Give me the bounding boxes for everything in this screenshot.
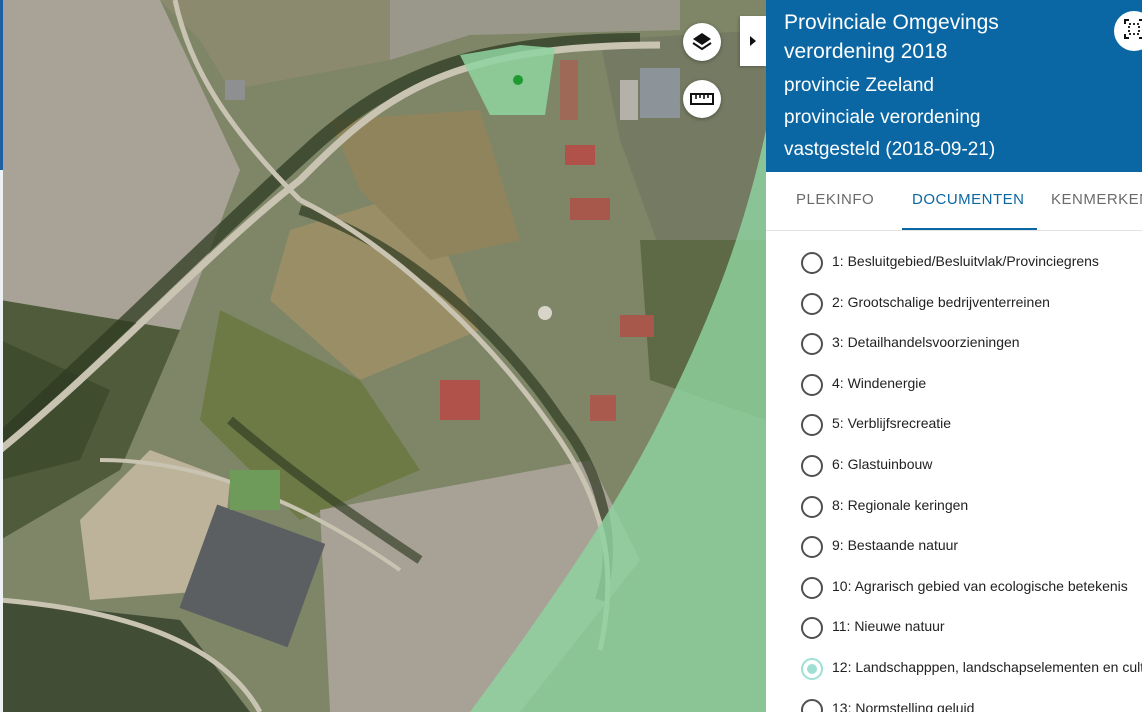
document-radio[interactable] (801, 414, 823, 437)
document-label: 5: Verblijfsrecreatie (832, 415, 952, 432)
fullscreen-button[interactable] (1114, 11, 1142, 51)
document-label: 2: Grootschalige bedrijventerreinen (832, 293, 1050, 310)
document-list-item[interactable]: 12: Landschapppen, landschapselementen e… (766, 649, 1142, 690)
document-radio[interactable] (801, 657, 823, 680)
document-list-item[interactable]: 13: Normstelling geluid (766, 690, 1142, 712)
info-panel: Provinciale Omgevings verordening 2018 p… (766, 0, 1142, 712)
document-list-item[interactable]: 2: Grootschalige bedrijventerreinen (766, 284, 1142, 325)
panel-header: Provinciale Omgevings verordening 2018 p… (766, 0, 1142, 172)
plan-status: vastgesteld (2018-09-21) (784, 139, 996, 160)
document-radio[interactable] (801, 373, 823, 396)
measure-button[interactable] (683, 80, 721, 118)
map-view[interactable] (0, 0, 766, 712)
document-label: 6: Glastuinbouw (832, 455, 933, 472)
document-radio[interactable] (801, 333, 823, 356)
tab-documenten[interactable]: DOCUMENTEN (902, 172, 1036, 230)
collapse-panel-button[interactable] (740, 16, 766, 66)
document-label: 1: Besluitgebied/Besluitvlak/Provinciegr… (832, 253, 1099, 269)
document-radio[interactable] (801, 252, 823, 274)
layers-icon (691, 31, 713, 53)
document-label: 8: Regionale keringen (832, 496, 969, 513)
tab-plekinfo[interactable]: PLEKINFO (796, 172, 874, 228)
plan-type: provinciale verordening (784, 107, 981, 128)
aerial-photo (0, 0, 766, 712)
tab-kenmerken[interactable]: KENMERKEN (1051, 172, 1142, 228)
document-list-item[interactable]: 9: Bestaande natuur (766, 527, 1142, 568)
document-label: 10: Agrarisch gebied van ecologische bet… (832, 577, 1128, 594)
document-list-item[interactable]: 8: Regionale keringen (766, 487, 1142, 528)
document-label: 9: Bestaande natuur (832, 537, 959, 554)
document-label: 11: Nieuwe natuur (832, 618, 945, 635)
document-radio[interactable] (801, 698, 823, 712)
document-list-item[interactable]: 6: Glastuinbouw (766, 446, 1142, 487)
chevron-right-icon (749, 32, 757, 51)
document-radio[interactable] (801, 536, 823, 559)
document-list-item[interactable]: 3: Detailhandelsvoorzieningen (766, 324, 1142, 365)
document-radio[interactable] (801, 617, 823, 640)
document-radio[interactable] (801, 454, 823, 477)
document-radio[interactable] (801, 495, 823, 518)
fullscreen-icon (1123, 18, 1142, 44)
document-label: 12: Landschapppen, landschapselementen e… (832, 658, 1142, 675)
panel-tabs: PLEKINFO DOCUMENTEN KENMERKEN (766, 172, 1142, 231)
document-radio[interactable] (801, 292, 823, 315)
document-list-item[interactable]: 5: Verblijfsrecreatie (766, 405, 1142, 446)
document-list-item[interactable]: 4: Windenergie (766, 365, 1142, 406)
document-list-item[interactable]: 1: Besluitgebied/Besluitvlak/Provinciegr… (766, 243, 1142, 284)
document-label: 3: Detailhandelsvoorzieningen (832, 334, 1020, 351)
document-label: 4: Windenergie (832, 374, 927, 391)
ruler-icon (690, 92, 714, 106)
left-edge-panel (0, 170, 3, 712)
document-list-item[interactable]: 11: Nieuwe natuur (766, 608, 1142, 649)
plan-title: Provinciale Omgevings verordening 2018 (784, 11, 999, 63)
plan-authority: provincie Zeeland (784, 75, 934, 96)
document-radio[interactable] (801, 576, 823, 599)
layers-button[interactable] (683, 23, 721, 61)
document-list: 1: Besluitgebied/Besluitvlak/Provinciegr… (766, 243, 1142, 712)
document-label: 13: Normstelling geluid (832, 699, 975, 712)
document-list-item[interactable]: 10: Agrarisch gebied van ecologische bet… (766, 568, 1142, 609)
